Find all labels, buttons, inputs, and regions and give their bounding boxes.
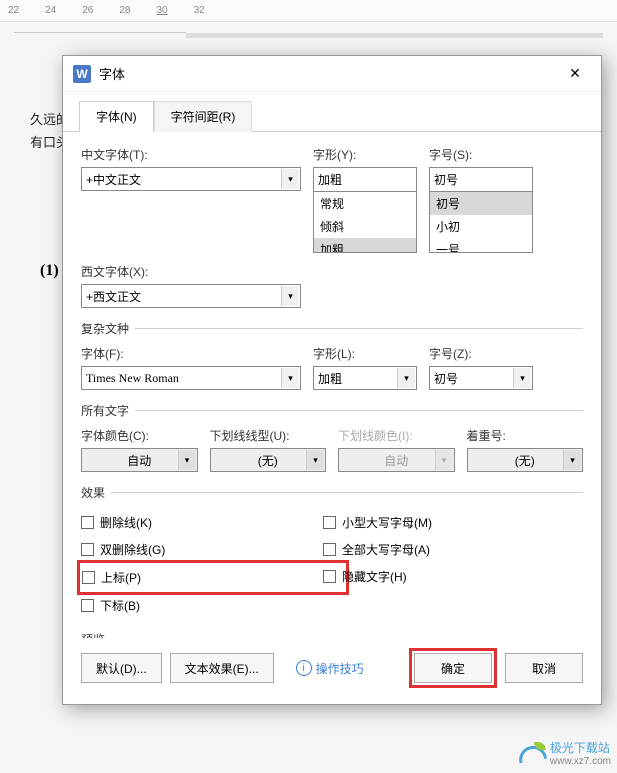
watermark-logo-icon <box>518 742 546 764</box>
font-color-label: 字体颜色(C): <box>81 427 198 444</box>
watermark: 极光下载站 www.xz7.com <box>518 739 611 767</box>
watermark-name: 极光下载站 <box>550 741 610 755</box>
underline-color-label: 下划线颜色(I): <box>338 427 455 444</box>
complex-style-combo[interactable]: 加粗 ▾ <box>313 366 417 390</box>
page-edge <box>14 31 186 33</box>
small-caps-check[interactable]: 小型大写字母(M) <box>323 514 432 531</box>
chevron-down-icon: ▾ <box>281 169 299 189</box>
preview-title: 预览 <box>81 631 583 638</box>
complex-size-label: 字号(Z): <box>429 345 533 362</box>
list-item[interactable]: 小初 <box>430 215 532 238</box>
emphasis-label: 着重号: <box>467 427 584 444</box>
ruler: 222426283032 <box>0 0 617 22</box>
list-item[interactable]: 常规 <box>314 192 416 215</box>
chevron-down-icon: ▾ <box>397 368 415 388</box>
size-input[interactable]: 初号 <box>429 167 533 191</box>
cn-font-combo[interactable]: +中文正文 ▾ <box>81 167 301 191</box>
superscript-check[interactable]: 上标(P) <box>82 569 310 586</box>
alltext-title: 所有文字 <box>81 402 583 419</box>
list-item[interactable]: 倾斜 <box>314 215 416 238</box>
tips-link[interactable]: i 操作技巧 <box>282 653 378 683</box>
style-input[interactable]: 加粗 <box>313 167 417 191</box>
subscript-check[interactable]: 下标(B) <box>81 597 311 614</box>
info-icon: i <box>296 660 312 676</box>
tab-strip: 字体(N) 字符间距(R) <box>63 92 601 132</box>
dbl-strike-check[interactable]: 双删除线(G) <box>81 541 311 558</box>
ok-button[interactable]: 确定 <box>414 653 492 683</box>
complex-title: 复杂文种 <box>81 320 583 337</box>
size-listbox[interactable]: 初号 小初 一号 <box>429 191 533 253</box>
cancel-button[interactable]: 取消 <box>505 653 583 683</box>
chevron-down-icon: ▾ <box>563 450 581 470</box>
style-label: 字形(Y): <box>313 146 417 163</box>
effects-title: 效果 <box>81 484 583 501</box>
cn-font-label: 中文字体(T): <box>81 146 301 163</box>
chevron-down-icon: ▾ <box>435 450 453 470</box>
app-icon: W <box>73 65 91 83</box>
dialog-content: 中文字体(T): +中文正文 ▾ 字形(Y): 加粗 常规 倾斜 加粗 字号(S… <box>63 132 601 638</box>
close-button[interactable]: ✕ <box>555 59 595 89</box>
text-effect-button[interactable]: 文本效果(E)... <box>170 653 274 683</box>
strike-check[interactable]: 删除线(K) <box>81 514 311 531</box>
dialog-title: 字体 <box>99 64 555 83</box>
font-dialog: W 字体 ✕ 字体(N) 字符间距(R) 中文字体(T): +中文正文 ▾ 字形… <box>62 55 602 705</box>
button-row: 默认(D)... 文本效果(E)... i 操作技巧 确定 取消 <box>63 638 601 704</box>
underline-style-label: 下划线线型(U): <box>210 427 327 444</box>
chevron-down-icon: ▾ <box>513 368 531 388</box>
west-font-combo[interactable]: +西文正文 ▾ <box>81 284 301 308</box>
complex-size-combo[interactable]: 初号 ▾ <box>429 366 533 390</box>
list-item[interactable]: 加粗 <box>314 238 416 253</box>
tab-font[interactable]: 字体(N) <box>79 101 154 132</box>
emphasis-combo[interactable]: (无) ▾ <box>467 448 584 472</box>
tab-spacing[interactable]: 字符间距(R) <box>154 101 253 132</box>
chevron-down-icon: ▾ <box>178 450 196 470</box>
chevron-down-icon: ▾ <box>306 450 324 470</box>
size-label: 字号(S): <box>429 146 533 163</box>
font-color-combo[interactable]: 自动 ▾ <box>81 448 198 472</box>
page-gap <box>186 33 603 38</box>
underline-color-combo: 自动 ▾ <box>338 448 455 472</box>
default-button[interactable]: 默认(D)... <box>81 653 162 683</box>
chevron-down-icon: ▾ <box>281 286 299 306</box>
hidden-check[interactable]: 隐藏文字(H) <box>323 568 432 585</box>
complex-font-label: 字体(F): <box>81 345 301 362</box>
titlebar: W 字体 ✕ <box>63 56 601 92</box>
chevron-down-icon: ▾ <box>281 368 299 388</box>
list-item[interactable]: 一号 <box>430 238 532 253</box>
doc-number: (1) <box>40 262 59 280</box>
style-listbox[interactable]: 常规 倾斜 加粗 <box>313 191 417 253</box>
west-font-label: 西文字体(X): <box>81 263 301 280</box>
underline-style-combo[interactable]: (无) ▾ <box>210 448 327 472</box>
all-caps-check[interactable]: 全部大写字母(A) <box>323 541 432 558</box>
complex-font-combo[interactable]: Times New Roman ▾ <box>81 366 301 390</box>
watermark-url: www.xz7.com <box>550 756 611 767</box>
complex-style-label: 字形(L): <box>313 345 417 362</box>
list-item[interactable]: 初号 <box>430 192 532 215</box>
